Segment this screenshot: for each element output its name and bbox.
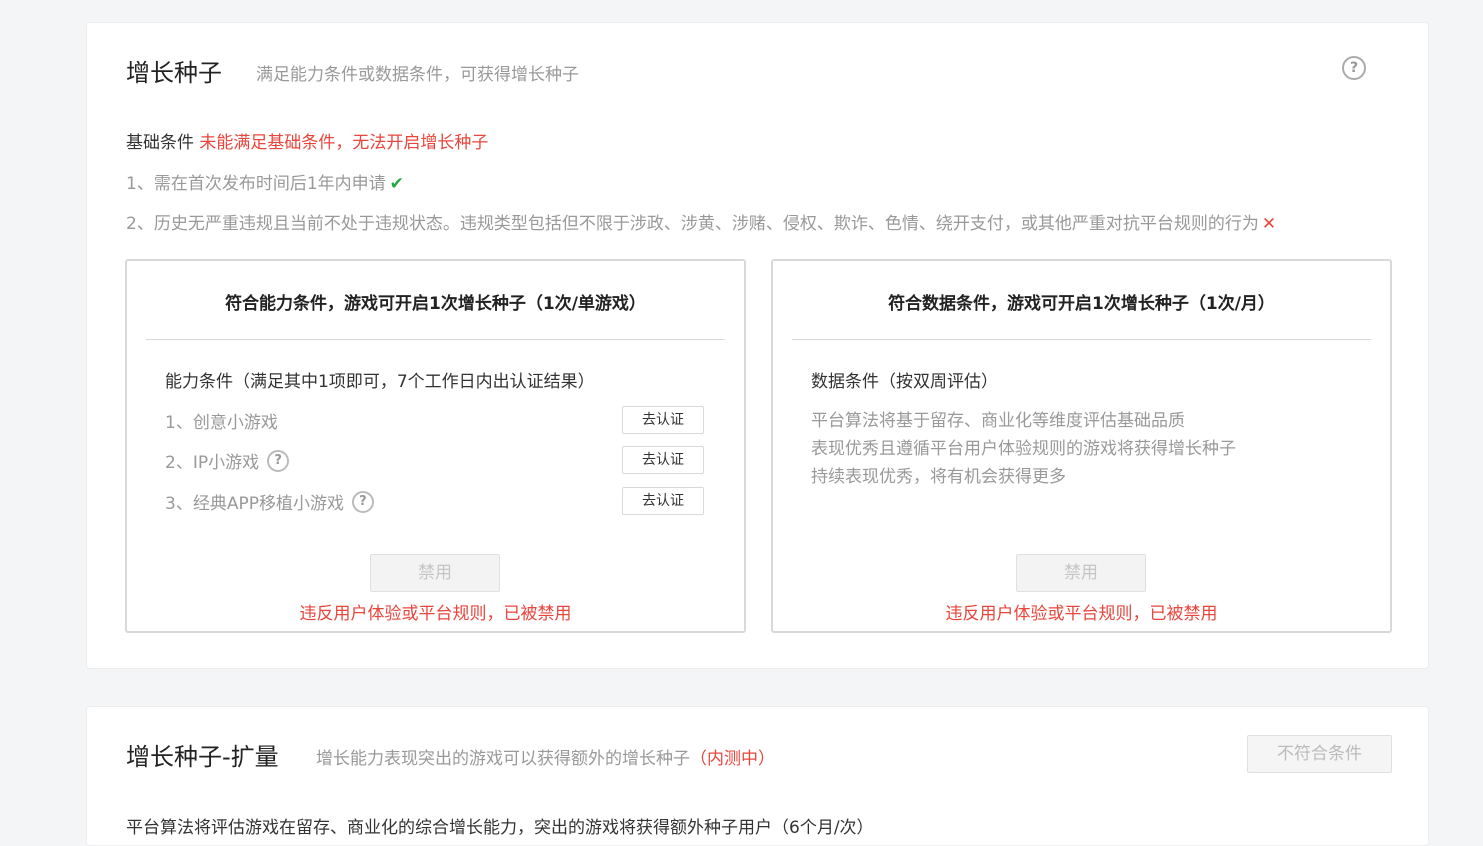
disabled-button[interactable]: 禁用 bbox=[370, 554, 500, 592]
description-line: 持续表现优秀，将有机会获得更多 bbox=[811, 467, 1066, 487]
ban-notice: 违反用户体验或平台规则，已被禁用 bbox=[945, 604, 1218, 624]
question-circle-icon[interactable]: ? bbox=[1342, 56, 1366, 80]
ability-item-label: 3、经典APP移植小游戏 bbox=[165, 494, 344, 514]
page-subtitle: 满足能力条件或数据条件，可获得增长种子 bbox=[256, 65, 579, 85]
basic-condition-item: 1、需在首次发布时间后1年内申请 ✔ bbox=[126, 169, 404, 194]
beta-tag: （内测中） bbox=[690, 749, 775, 769]
divider bbox=[146, 339, 725, 340]
divider bbox=[792, 339, 1371, 340]
data-box-subtitle: 数据条件（按双周评估） bbox=[811, 372, 998, 392]
ability-item-label: 2、IP小游戏 bbox=[165, 453, 260, 473]
expansion-title: 增长种子-扩量 bbox=[126, 743, 279, 771]
certify-button[interactable]: 去认证 bbox=[622, 406, 704, 434]
basic-condition-row: 基础条件 未能满足基础条件，无法开启增长种子 bbox=[126, 128, 488, 153]
check-icon: ✔ bbox=[389, 174, 404, 194]
basic-condition-label: 基础条件 bbox=[126, 133, 194, 153]
data-box-description: 平台算法将基于留存、商业化等维度评估基础品质 表现优秀且遵循平台用户体验规则的游… bbox=[811, 407, 1236, 491]
ability-box-title: 符合能力条件，游戏可开启1次增长种子（1次/单游戏） bbox=[225, 294, 646, 314]
growth-seed-expansion-card: 增长种子-扩量 增长能力表现突出的游戏可以获得额外的增长种子（内测中） 不符合条… bbox=[86, 706, 1429, 846]
expansion-subtitle-text: 增长能力表现突出的游戏可以获得额外的增长种子 bbox=[316, 749, 690, 769]
basic-condition-item: 2、历史无严重违规且当前不处于违规状态。违规类型包括但不限于涉政、涉黄、涉赌、侵… bbox=[126, 209, 1276, 234]
ability-condition-box: 符合能力条件，游戏可开启1次增长种子（1次/单游戏） 能力条件（满足其中1项即可… bbox=[125, 259, 746, 633]
disabled-button[interactable]: 禁用 bbox=[1016, 554, 1146, 592]
ability-box-subtitle: 能力条件（满足其中1项即可，7个工作日内出认证结果） bbox=[165, 372, 595, 392]
ability-item: 3、经典APP移植小游戏 ? bbox=[165, 489, 374, 514]
cross-icon: ✕ bbox=[1261, 214, 1277, 234]
ability-item: 1、创意小游戏 bbox=[165, 408, 278, 433]
basic-condition-text: 1、需在首次发布时间后1年内申请 bbox=[126, 174, 386, 194]
certify-button[interactable]: 去认证 bbox=[622, 446, 704, 474]
ability-item: 2、IP小游戏 ? bbox=[165, 448, 290, 473]
question-circle-icon[interactable]: ? bbox=[351, 490, 374, 513]
page-title: 增长种子 bbox=[126, 59, 222, 87]
expansion-body: 平台算法将评估游戏在留存、商业化的综合增长能力，突出的游戏将获得额外种子用户（6… bbox=[126, 818, 874, 838]
data-box-title: 符合数据条件，游戏可开启1次增长种子（1次/月） bbox=[888, 294, 1275, 314]
ban-notice: 违反用户体验或平台规则，已被禁用 bbox=[299, 604, 572, 624]
expansion-subtitle: 增长能力表现突出的游戏可以获得额外的增长种子（内测中） bbox=[316, 744, 775, 769]
basic-condition-warning: 未能满足基础条件，无法开启增长种子 bbox=[199, 133, 489, 153]
not-eligible-button[interactable]: 不符合条件 bbox=[1247, 735, 1392, 773]
description-line: 平台算法将基于留存、商业化等维度评估基础品质 bbox=[811, 411, 1185, 431]
question-circle-icon[interactable]: ? bbox=[267, 449, 290, 472]
ability-item-label: 1、创意小游戏 bbox=[165, 413, 278, 433]
certify-button[interactable]: 去认证 bbox=[622, 487, 704, 515]
growth-seed-card: 增长种子 满足能力条件或数据条件，可获得增长种子 ? 基础条件 未能满足基础条件… bbox=[86, 22, 1429, 669]
data-condition-box: 符合数据条件，游戏可开启1次增长种子（1次/月） 数据条件（按双周评估） 平台算… bbox=[771, 259, 1392, 633]
basic-condition-text: 2、历史无严重违规且当前不处于违规状态。违规类型包括但不限于涉政、涉黄、涉赌、侵… bbox=[126, 214, 1259, 234]
description-line: 表现优秀且遵循平台用户体验规则的游戏将获得增长种子 bbox=[811, 439, 1236, 459]
